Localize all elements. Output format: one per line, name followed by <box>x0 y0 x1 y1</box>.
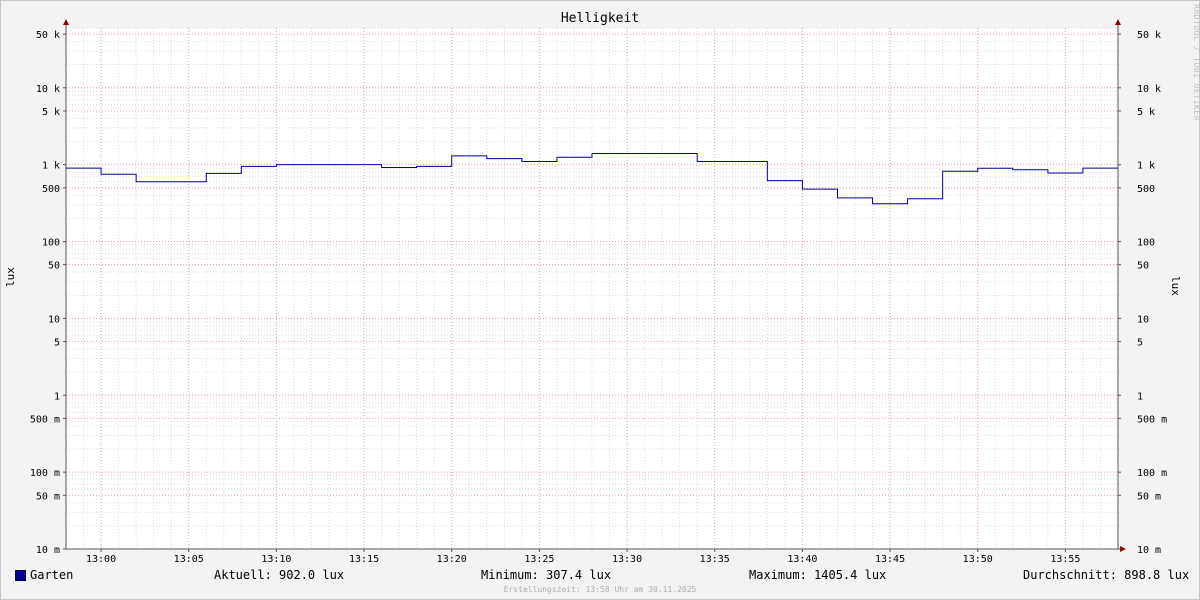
x-tick-label: 13:10 <box>261 554 291 565</box>
y-tick-label-right: 1 <box>1137 391 1143 402</box>
y-tick-label-right: 5 <box>1137 338 1143 349</box>
y-tick-label-left: 5 k <box>42 107 60 118</box>
x-tick-label: 13:30 <box>612 554 642 565</box>
x-tick-label: 13:40 <box>787 554 817 565</box>
y-tick-label-left: 1 <box>54 391 60 402</box>
y-tick-label-right: 500 m <box>1137 414 1167 425</box>
y-tick-label-left: 500 m <box>30 414 60 425</box>
y-tick-label-left: 100 m <box>30 468 60 479</box>
y-tick-label-right: 1 k <box>1137 161 1155 172</box>
y-tick-label-left: 10 m <box>36 545 60 556</box>
y-tick-label-left: 5 <box>54 338 60 349</box>
x-tick-label: 13:15 <box>349 554 379 565</box>
x-tick-label: 13:45 <box>875 554 905 565</box>
y-axis-arrow-right <box>1115 19 1121 25</box>
y-tick-label-right: 10 <box>1137 314 1149 325</box>
y-tick-label-right: 500 <box>1137 184 1155 195</box>
y-tick-label-right: 10 k <box>1137 84 1161 95</box>
x-tick-label: 13:00 <box>86 554 116 565</box>
x-tick-label: 13:35 <box>700 554 730 565</box>
y-tick-label-left: 50 <box>48 261 60 272</box>
x-tick-label: 13:20 <box>437 554 467 565</box>
y-tick-label-left: 100 <box>42 238 60 249</box>
y-tick-label-left: 50 m <box>36 491 60 502</box>
legend-series-name: Garten <box>30 568 74 582</box>
y-tick-label-right: 10 m <box>1137 545 1161 556</box>
legend-minimum: Minimum: 307.4 lux <box>481 568 612 582</box>
y-axis-arrow-left <box>63 19 69 25</box>
x-tick-label: 13:05 <box>174 554 204 565</box>
x-tick-label: 13:55 <box>1050 554 1080 565</box>
creation-time-footer: Erstellungszeit: 13:58 Uhr am 30.11.2025 <box>503 585 697 594</box>
legend-swatch-garten <box>15 570 26 581</box>
y-tick-label-left: 10 k <box>36 84 60 95</box>
y-tick-label-right: 50 <box>1137 261 1149 272</box>
y-tick-label-left: 1 k <box>42 161 60 172</box>
chart-plot: 10 m 50 m 100 m 500 m 1 5 10 50 100 500 1 k 5 k 10 k… <box>30 19 1167 565</box>
legend-average: Durchschnitt: 898.8 lux <box>1023 568 1190 582</box>
x-tick-label: 13:50 <box>963 554 993 565</box>
legend-current: Aktuell: 902.0 lux <box>214 568 345 582</box>
y-tick-label-left: 500 <box>42 184 60 195</box>
y-tick-label-right: 50 k <box>1137 30 1161 41</box>
legend-maximum: Maximum: 1405.4 lux <box>749 568 887 582</box>
y-tick-label-right: 5 k <box>1137 107 1155 118</box>
y-tick-label-right: 100 m <box>1137 468 1167 479</box>
y-tick-label-right: 100 <box>1137 238 1155 249</box>
y-tick-label-right: 50 m <box>1137 491 1161 502</box>
y-tick-label-left: 50 k <box>36 30 60 41</box>
x-tick-label: 13:25 <box>524 554 554 565</box>
y-tick-label-left: 10 <box>48 314 60 325</box>
